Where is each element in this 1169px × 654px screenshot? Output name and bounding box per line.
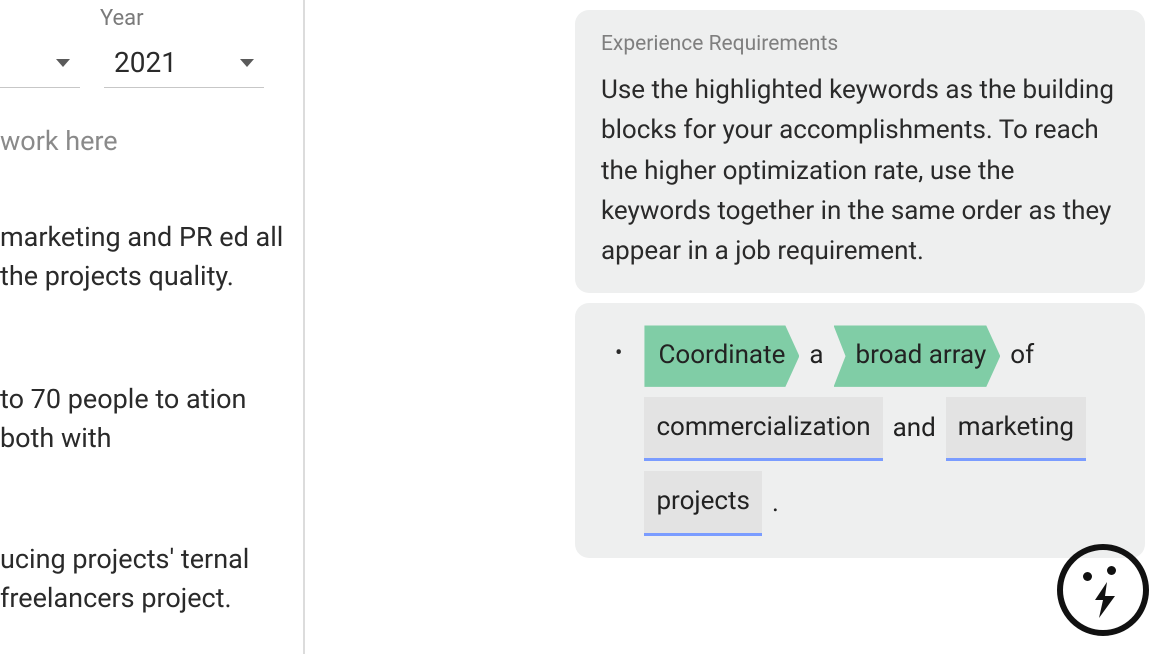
year-value: 2021 [114,46,177,79]
experience-text-fragment-1[interactable]: marketing and PR ed all the projects qua… [0,218,295,296]
year-label: Year [100,6,144,31]
keyword-requirement-panel: • Coordinate a broad array of commercial… [575,303,1145,557]
work-here-placeholder[interactable]: work here [0,122,295,161]
keyword-missing[interactable]: marketing [946,397,1086,461]
filler-word: and [893,404,936,453]
year-row: 2021 [0,42,264,88]
panel-title: Experience Requirements [601,32,1119,56]
keyword-matched[interactable]: broad array [834,325,1001,386]
keyword-missing[interactable]: commercialization [644,397,882,461]
experience-text-fragment-3[interactable]: ucing projects' ternal freelancers proje… [0,540,295,618]
chevron-down-icon [240,59,254,67]
experience-requirements-panel: Experience Requirements Use the highligh… [575,10,1145,293]
editor-left-column: Year 2021 work here marketing and PR ed … [0,0,305,654]
year-dropdown[interactable]: 2021 [104,42,264,88]
brand-logo-icon [1073,560,1133,620]
month-dropdown[interactable] [0,42,80,88]
keyword-missing[interactable]: projects [644,471,762,535]
requirement-bullet: • Coordinate a broad array of commercial… [601,325,1119,535]
panel-body: Use the highlighted keywords as the buil… [601,70,1119,271]
brand-logo-badge[interactable] [1057,544,1149,636]
suggestions-sidebar: Experience Requirements Use the highligh… [575,10,1145,568]
filler-word: of [1010,331,1034,380]
bullet-icon: • [615,333,622,375]
requirement-content: Coordinate a broad array of commercializ… [644,325,1119,535]
filler-word: a [809,331,823,380]
experience-text-fragment-2[interactable]: to 70 people to ation both with [0,380,295,458]
keyword-matched[interactable]: Coordinate [644,325,799,386]
filler-word: . [772,479,779,528]
chevron-down-icon [56,59,70,67]
